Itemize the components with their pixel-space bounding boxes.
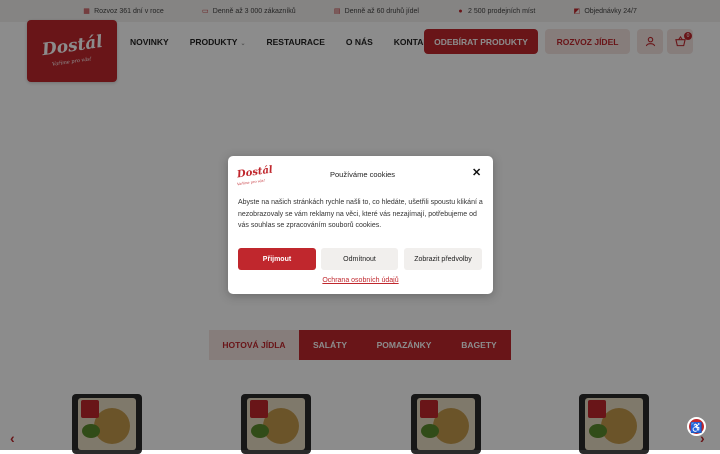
- deny-cookies-button[interactable]: Odmítnout: [321, 248, 398, 270]
- cookie-dialog-text: Abyste na našich stránkách rychle našli …: [238, 199, 483, 229]
- privacy-policy-link[interactable]: Ochrana osobních údajů: [228, 277, 493, 284]
- close-icon[interactable]: ✕: [472, 168, 481, 179]
- accept-cookies-button[interactable]: Přijmout: [238, 248, 316, 270]
- cookie-dialog-logo: Dostál Vaříme pro vás!: [236, 162, 273, 187]
- accessibility-icon[interactable]: ♿: [687, 417, 706, 436]
- cookie-consent-dialog: Dostál Vaříme pro vás! Používáme cookies…: [228, 156, 493, 294]
- cookie-preferences-button[interactable]: Zobrazit předvolby: [404, 248, 482, 270]
- cookie-dialog-title: Používáme cookies: [330, 170, 396, 179]
